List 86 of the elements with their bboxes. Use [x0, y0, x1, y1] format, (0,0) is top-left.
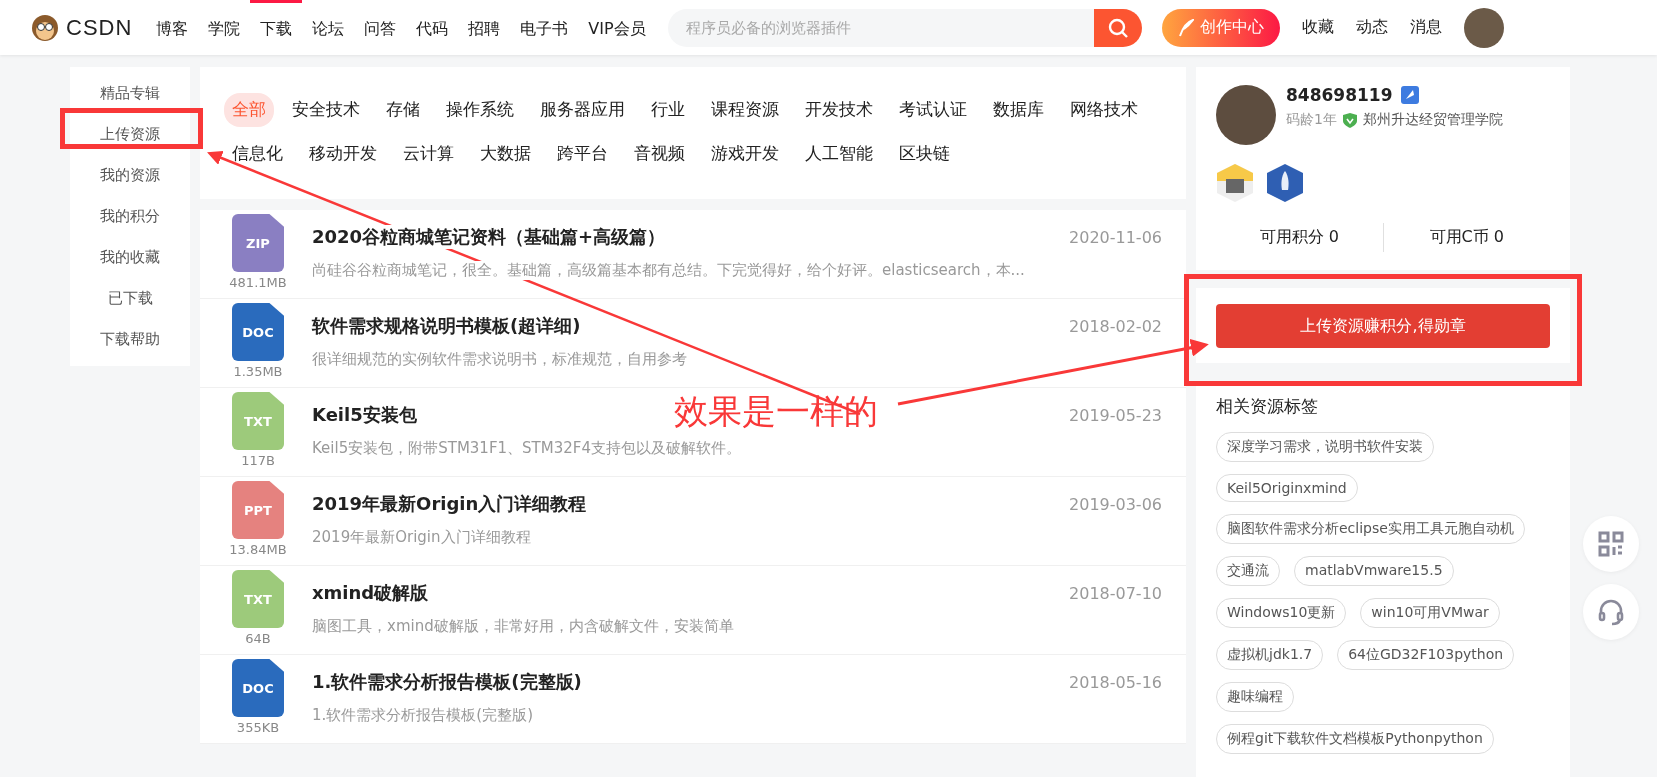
category-tab[interactable]: 存储 — [378, 93, 428, 127]
sidebar-item[interactable]: 我的资源 — [70, 155, 190, 196]
resource-title[interactable]: 2019年最新Origin入门详细教程 — [312, 492, 587, 516]
resource-description: 脑图工具，xmind破解版，非常好用，内含破解文件，安装简单 — [312, 617, 734, 636]
sidebar-item[interactable]: 下载帮助 — [70, 319, 190, 360]
category-tab[interactable]: 操作系统 — [438, 93, 522, 127]
resource-date: 2019-05-23 — [1069, 405, 1162, 425]
file-size: 1.35MB — [233, 364, 283, 379]
resource-title[interactable]: 1.软件需求分析报告模板(完整版) — [312, 670, 582, 694]
sidebar-item[interactable]: 我的积分 — [70, 196, 190, 237]
nav-link[interactable]: 电子书 — [510, 0, 579, 55]
resource-title[interactable]: Keil5安装包 — [312, 403, 417, 427]
sidebar-item[interactable]: 上传资源 — [70, 114, 190, 155]
category-tab[interactable]: 考试认证 — [891, 93, 975, 127]
user-avatar[interactable] — [1463, 7, 1504, 48]
available-coins: 可用C币 0 — [1428, 226, 1505, 248]
category-tab[interactable]: 音视频 — [626, 137, 693, 171]
nav-link[interactable]: 博客 — [146, 0, 199, 55]
logo-text[interactable]: CSDN — [66, 14, 133, 41]
sidebar-item[interactable]: 精品专辑 — [70, 73, 190, 114]
nav-link[interactable]: VIP会员 — [578, 0, 656, 55]
school-name: 郑州升达经贸管理学院 — [1362, 111, 1503, 129]
search-icon — [1106, 16, 1129, 39]
tags-title: 相关资源标签 — [1216, 395, 1319, 418]
category-tab[interactable]: 网络技术 — [1062, 93, 1146, 127]
file-size: 481.1MB — [229, 275, 287, 290]
resource-description: 尚硅谷谷粒商城笔记，很全。基础篇，高级篇基本都有总结。下完觉得好，给个好评。elasticsearch，本... — [312, 261, 1025, 280]
file-type-icon: DOC — [232, 303, 284, 361]
resource-title[interactable]: xmind破解版 — [312, 581, 429, 605]
file-size: 117B — [241, 453, 275, 468]
sidebar-item[interactable]: 已下载 — [70, 278, 190, 319]
category-tab[interactable]: 人工智能 — [797, 137, 881, 171]
upload-resource-button[interactable]: 上传资源赚积分,得勋章 — [1216, 304, 1550, 348]
code-age: 码龄1年 — [1286, 111, 1337, 129]
rocket-badge-icon — [1266, 163, 1304, 203]
category-tab[interactable]: 云计算 — [395, 137, 462, 171]
verified-shield-icon — [1342, 112, 1357, 128]
search-field[interactable]: 程序员必备的浏览器插件 — [667, 8, 1094, 47]
category-tab[interactable]: 安全技术 — [284, 93, 368, 127]
category-tab[interactable]: 移动开发 — [301, 137, 385, 171]
category-tab[interactable]: 跨平台 — [549, 137, 616, 171]
resource-date: 2018-05-16 — [1069, 672, 1162, 692]
sidebar-item[interactable]: 我的收藏 — [70, 237, 190, 278]
profile-avatar[interactable] — [1216, 85, 1276, 145]
nav-link[interactable]: 论坛 — [302, 0, 355, 55]
header-link[interactable]: 动态 — [1355, 17, 1388, 38]
category-tab[interactable]: 大数据 — [472, 137, 539, 171]
header-link[interactable]: 消息 — [1409, 17, 1442, 38]
resource-description: 2019年最新Origin入门详细教程 — [312, 528, 531, 547]
nav-link[interactable]: 下载 — [250, 0, 303, 55]
file-type-icon: TXT — [232, 570, 284, 628]
resource-description: 很详细规范的实例软件需求说明书，标准规范，自用参考 — [312, 350, 687, 369]
file-type-icon: ZIP — [232, 214, 284, 272]
level-badge-icon — [1400, 85, 1421, 105]
file-size: 355KB — [236, 720, 280, 735]
resource-date: 2018-07-10 — [1069, 583, 1162, 603]
resource-date: 2019-03-06 — [1069, 494, 1162, 514]
header-link[interactable]: 收藏 — [1301, 17, 1334, 38]
file-size: 64B — [245, 631, 271, 646]
qr-code-icon — [1598, 531, 1624, 557]
resource-date: 2018-02-02 — [1069, 316, 1162, 336]
nav-link[interactable]: 招聘 — [458, 0, 511, 55]
category-tab[interactable]: 区块链 — [891, 137, 958, 171]
category-tab[interactable]: 开发技术 — [797, 93, 881, 127]
resource-description: 1.软件需求分析报告模板(完整版) — [312, 706, 533, 725]
category-tab[interactable]: 信息化 — [224, 137, 291, 171]
nav-link[interactable]: 代码 — [406, 0, 459, 55]
resource-date: 2020-11-06 — [1069, 227, 1162, 247]
category-tab[interactable]: 服务器应用 — [532, 93, 633, 127]
category-tab[interactable]: 课程资源 — [703, 93, 787, 127]
headset-icon — [1597, 598, 1625, 626]
file-type-icon: PPT — [232, 481, 284, 539]
quill-icon — [1177, 18, 1194, 37]
available-points: 可用积分 0 — [1258, 226, 1340, 248]
username[interactable]: 848698119 — [1286, 85, 1393, 105]
nav-link[interactable]: 学院 — [198, 0, 251, 55]
file-type-icon: DOC — [232, 659, 284, 717]
file-size: 13.84MB — [229, 542, 287, 557]
nav-link[interactable]: 问答 — [354, 0, 407, 55]
file-type-icon: TXT — [232, 392, 284, 450]
category-tab[interactable]: 游戏开发 — [703, 137, 787, 171]
search-button[interactable] — [1093, 8, 1142, 47]
category-tab[interactable]: 数据库 — [985, 93, 1052, 127]
category-tab[interactable]: 行业 — [643, 93, 693, 127]
resource-title[interactable]: 软件需求规格说明书模板(超详细) — [312, 314, 581, 338]
monkey-logo-icon — [30, 13, 60, 42]
